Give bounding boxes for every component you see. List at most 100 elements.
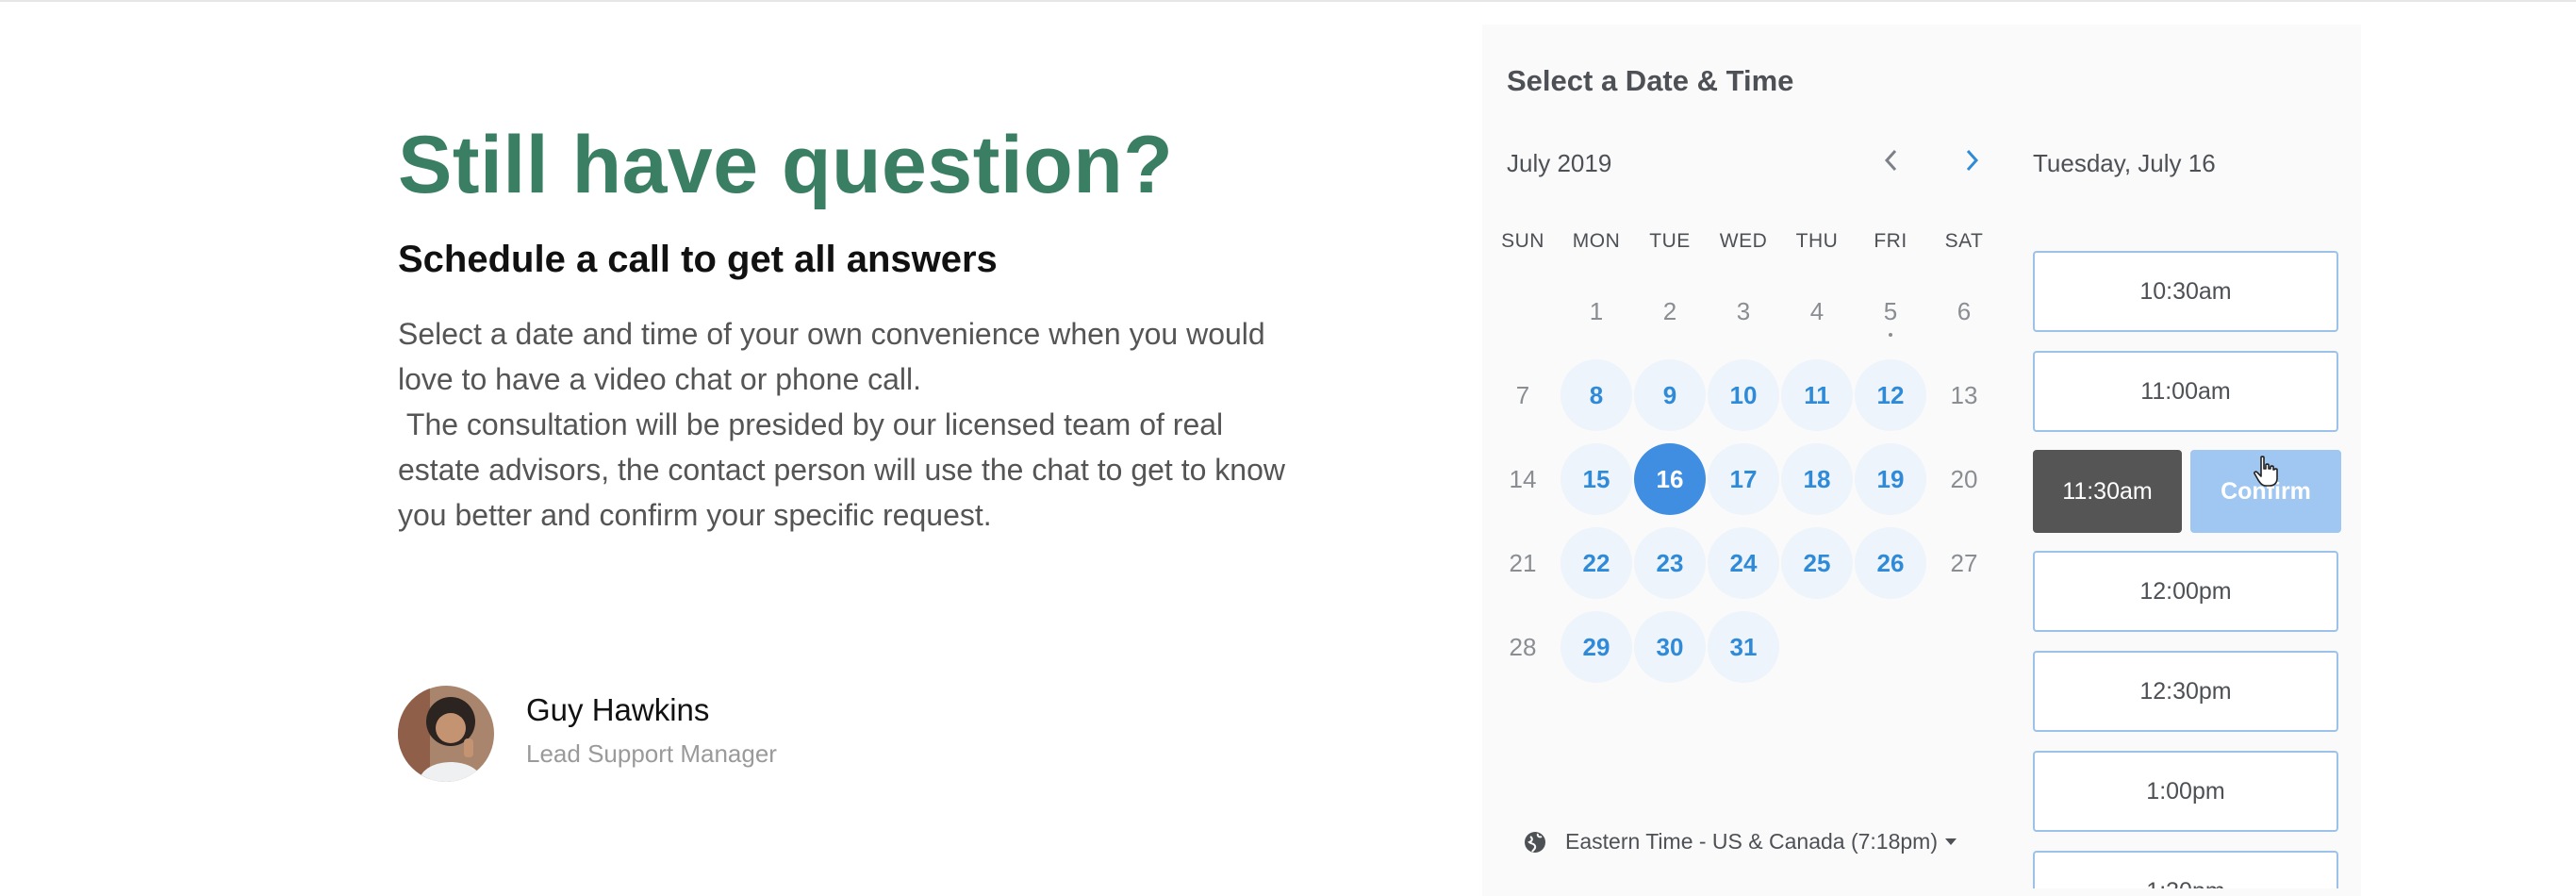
calendar-day[interactable]: 30: [1634, 611, 1706, 683]
scheduler-widget: Select a Date & Time July 2019 Tuesday, …: [1482, 25, 2361, 896]
calendar-day-number: 16: [1656, 464, 1684, 493]
month-label: July 2019: [1507, 149, 1612, 177]
calendar-day: 27: [1928, 527, 2000, 599]
contact-role: Lead Support Manager: [526, 739, 777, 768]
calendar-day-number: 18: [1803, 464, 1831, 493]
calendar-day: 4: [1781, 275, 1853, 347]
time-slot[interactable]: 10:30am: [2033, 251, 2338, 332]
globe-icon: [1525, 831, 1545, 853]
hero-section: Still have question? Schedule a call to …: [398, 113, 1294, 538]
calendar-day-number: 22: [1582, 548, 1610, 577]
calendar-day-number: 5: [1883, 296, 1898, 325]
calendar-day[interactable]: 31: [1708, 611, 1779, 683]
calendar-day-number: 14: [1509, 464, 1537, 493]
calendar-day-number: 23: [1656, 548, 1684, 577]
calendar-day: 7: [1487, 359, 1559, 431]
time-slot[interactable]: 12:00pm: [2033, 551, 2338, 632]
calendar-day-number: 27: [1950, 548, 1978, 577]
time-slot[interactable]: 1:00pm: [2033, 751, 2338, 832]
weekday-header: SUN: [1501, 230, 1544, 252]
description-paragraph: Select a date and time of your own conve…: [398, 317, 1265, 396]
calendar-day-selected[interactable]: 16: [1634, 443, 1706, 515]
calendar-day-number: 30: [1656, 632, 1684, 661]
calendar-day: 5: [1855, 275, 1926, 347]
page-title: Still have question?: [398, 120, 1174, 210]
calendar-day-number: 9: [1662, 380, 1677, 409]
calendar-day-number: 31: [1729, 632, 1758, 661]
calendar-day: 14: [1487, 443, 1559, 515]
weekday-header: TUE: [1649, 230, 1691, 252]
top-divider: [0, 0, 2576, 2]
calendar-day-number: 24: [1729, 548, 1758, 577]
scheduler-title: Select a Date & Time: [1507, 64, 1794, 97]
calendar-day-number: 17: [1729, 464, 1758, 493]
weekday-header: SAT: [1944, 230, 1984, 252]
calendar-day-number: 13: [1950, 380, 1978, 409]
calendar-day: 13: [1928, 359, 2000, 431]
calendar-day[interactable]: 24: [1708, 527, 1779, 599]
calendar-day-number: 8: [1589, 380, 1604, 409]
calendar-day-number: 7: [1515, 380, 1530, 409]
timezone-selector[interactable]: Eastern Time - US & Canada (7:18pm): [1524, 829, 1957, 855]
hand-pointer-icon: [2254, 456, 2278, 487]
selected-time-slot[interactable]: 11:30am: [2033, 450, 2182, 533]
contact-name: Guy Hawkins: [526, 692, 710, 727]
chevron-right-icon: [1966, 149, 1979, 172]
time-slot[interactable]: 12:30pm: [2033, 651, 2338, 732]
calendar-day-number: 25: [1803, 548, 1831, 577]
timezone-label: Eastern Time - US & Canada (7:18pm): [1565, 829, 1938, 854]
calendar-day-number: 20: [1950, 464, 1978, 493]
calendar-day-number: 2: [1662, 296, 1677, 325]
weekday-header: WED: [1719, 230, 1768, 252]
calendar-day-number: 21: [1509, 548, 1537, 577]
calendar-day-number: 6: [1957, 296, 1972, 325]
calendar-day-number: 11: [1804, 380, 1830, 409]
calendar-day: 21: [1487, 527, 1559, 599]
weekday-header: THU: [1795, 230, 1839, 252]
next-month-button[interactable]: [1953, 141, 1990, 179]
calendar-day: 1: [1560, 275, 1632, 347]
time-slot[interactable]: 1:30pm: [2033, 851, 2338, 888]
weekday-header: FRI: [1874, 230, 1907, 252]
calendar-day-number: 15: [1582, 464, 1610, 493]
calendar-day: 2: [1634, 275, 1706, 347]
calendar-day[interactable]: 23: [1634, 527, 1706, 599]
calendar-day[interactable]: 29: [1560, 611, 1632, 683]
previous-month-button[interactable]: [1873, 141, 1910, 179]
calendar-day-number: 29: [1582, 632, 1610, 661]
contact-card: Guy Hawkins Lead Support Manager: [398, 686, 777, 782]
time-slot-list: 10:30am 11:00am 11:30am Confirm 12:00pm …: [2033, 224, 2342, 888]
caret-down-icon: [1945, 838, 1957, 845]
calendar-day[interactable]: 15: [1560, 443, 1632, 515]
calendar-day[interactable]: 26: [1855, 527, 1926, 599]
weekday-header: MON: [1572, 230, 1621, 252]
calendar-day: 20: [1928, 443, 2000, 515]
calendar-day-number: 28: [1509, 632, 1537, 661]
calendar-day[interactable]: 18: [1781, 443, 1853, 515]
page-subtitle: Schedule a call to get all answers: [398, 239, 998, 280]
calendar-day[interactable]: 17: [1708, 443, 1779, 515]
description: Select a date and time of your own conve…: [398, 311, 1294, 538]
calendar-day[interactable]: 12: [1855, 359, 1926, 431]
calendar-day[interactable]: 25: [1781, 527, 1853, 599]
calendar-day: 6: [1928, 275, 2000, 347]
calendar-day-number: 3: [1736, 296, 1751, 325]
chevron-left-icon: [1884, 149, 1897, 172]
calendar-day-number: 4: [1809, 296, 1825, 325]
avatar: [398, 686, 494, 782]
description-paragraph: The consultation will be presided by our…: [398, 407, 1294, 532]
calendar-day-number: 10: [1729, 380, 1758, 409]
calendar-day-number: 12: [1876, 380, 1905, 409]
calendar-day[interactable]: 22: [1560, 527, 1632, 599]
calendar-day[interactable]: 19: [1855, 443, 1926, 515]
calendar-day: 3: [1708, 275, 1779, 347]
calendar-day[interactable]: 8: [1560, 359, 1632, 431]
calendar-day: 28: [1487, 611, 1559, 683]
calendar-day-number: 19: [1876, 464, 1905, 493]
today-indicator: [1889, 333, 1892, 337]
calendar-day[interactable]: 9: [1634, 359, 1706, 431]
calendar-day[interactable]: 11: [1781, 359, 1853, 431]
calendar-day[interactable]: 10: [1708, 359, 1779, 431]
selected-date-label: Tuesday, July 16: [2033, 149, 2216, 177]
time-slot[interactable]: 11:00am: [2033, 351, 2338, 432]
